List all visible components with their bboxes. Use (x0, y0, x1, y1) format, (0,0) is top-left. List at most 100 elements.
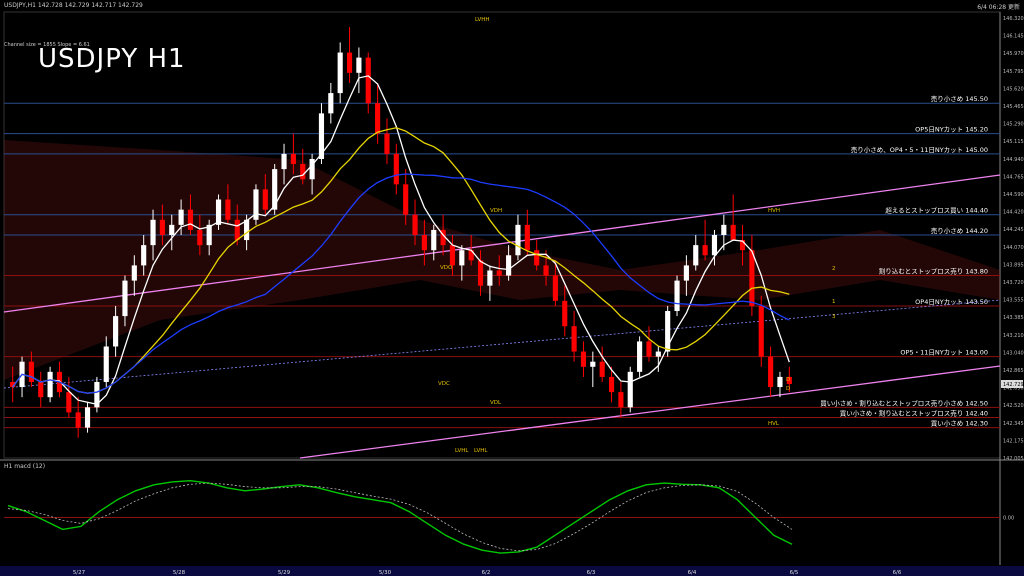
candle-body (187, 209, 194, 230)
y-tick-label: 144.940 (1003, 157, 1024, 163)
candle-body (365, 57, 371, 104)
x-tick-label: 6/5 (790, 570, 799, 576)
signal-line (7, 482, 793, 552)
candle-body (646, 341, 652, 357)
candle-body (571, 326, 577, 352)
candle-body (66, 392, 72, 413)
price-chart-svg[interactable]: 売り小さめ 145.50 OP5日NYカット 145.20 売り小さめ、OP4・5・… (0, 0, 1024, 576)
x-tick-label: 6/3 (587, 570, 596, 576)
y-tick-label: 145.795 (1003, 69, 1024, 75)
chart-marker: D (786, 386, 790, 392)
candle-body (590, 361, 596, 367)
x-tick-label: 6/6 (893, 570, 902, 576)
candle-body (627, 371, 633, 408)
candle-body (28, 361, 34, 382)
candle-body (506, 255, 512, 276)
candle-body (749, 250, 755, 306)
candle-body (103, 346, 109, 382)
candle-body (683, 265, 689, 281)
candle-body (290, 153, 296, 165)
candle-body (599, 361, 605, 377)
chart-marker: 2 (832, 266, 836, 272)
candle-body (281, 153, 287, 170)
candle-body (47, 371, 53, 398)
candle-body (515, 224, 521, 256)
candle-body (178, 209, 184, 225)
candle-body (534, 250, 540, 266)
candle-body (328, 93, 334, 114)
candle-body (113, 316, 119, 347)
chart-marker: LVHH (475, 17, 490, 23)
y-tick-label: 145.465 (1003, 104, 1024, 110)
candle-body (711, 235, 718, 256)
candle-body (524, 224, 530, 251)
y-tick-label: 142.520 (1003, 403, 1024, 409)
level-label: 売り小さめ、OP4・5・11日NYカット 145.00 (851, 145, 988, 154)
candle-body (412, 214, 418, 235)
candle-body (234, 219, 240, 241)
candle-body (244, 219, 250, 241)
level-label: 割り込むとストップロス売り 143.80 (879, 267, 988, 276)
y-tick-label: 144.765 (1003, 174, 1024, 180)
y-tick-label: 144.070 (1003, 245, 1024, 251)
level-label: 買い小さめ・割り込むとストップロス売り 142.40 (840, 408, 988, 417)
candle-body (487, 270, 493, 286)
chart-marker: D (786, 377, 790, 383)
chart-marker: LVHL (474, 448, 488, 454)
chart-marker: VDO (440, 265, 453, 271)
candle-body (159, 219, 165, 235)
candle-body (38, 381, 44, 398)
candle-body (421, 235, 427, 251)
y-tick-label: 143.895 (1003, 262, 1024, 268)
candle-body (768, 356, 774, 388)
chart-marker: VDH (490, 208, 502, 214)
y-tick-label: 143.040 (1003, 350, 1024, 356)
candle-body (580, 351, 587, 367)
candle-body (215, 199, 222, 225)
candle-body (496, 270, 502, 276)
candle-body (477, 260, 484, 286)
candle-body (169, 224, 175, 235)
candle-body (150, 219, 156, 246)
y-tick-label: 144.420 (1003, 210, 1024, 216)
y-tick-label: 142.005 (1003, 456, 1024, 462)
x-tick-label: 5/30 (379, 570, 392, 576)
level-label: OP5・11日NYカット 143.00 (900, 349, 988, 357)
y-tick-label: 144.590 (1003, 192, 1024, 198)
y-tick-label: 145.115 (1003, 139, 1024, 145)
candle-body (618, 392, 624, 408)
candle-body (403, 184, 409, 215)
level-label: 売り小さめ 145.50 (931, 94, 988, 103)
level-label: 売り小さめ 144.20 (931, 226, 988, 235)
candle-body (693, 245, 699, 266)
y-tick-label: 142.865 (1003, 368, 1024, 374)
chart-marker: HVL (768, 421, 780, 427)
y-tick-label: 143.210 (1003, 333, 1024, 339)
chart-marker: HVH (768, 208, 780, 214)
candle-body (131, 265, 137, 281)
candle-body (225, 199, 231, 220)
candle-body (459, 250, 465, 266)
candle-body (730, 224, 736, 241)
chart-marker: LVHL (455, 448, 469, 454)
x-tick-label: 5/28 (173, 570, 186, 576)
candle-body (702, 245, 708, 256)
y-tick-label: 144.245 (1003, 227, 1024, 233)
candle-body (562, 300, 568, 327)
x-tick-label: 6/4 (688, 570, 697, 576)
candle-body (356, 57, 362, 73)
candle-body (637, 341, 643, 372)
x-tick-label: 5/27 (73, 570, 86, 576)
level-label: OP5日NYカット 145.20 (915, 126, 988, 134)
chart-marker: 1 (832, 299, 836, 305)
y-tick-label: 143.720 (1003, 280, 1024, 286)
candle-body (262, 189, 268, 210)
candle-body (337, 52, 343, 94)
candle-body (346, 52, 353, 73)
y-tick-label: 145.620 (1003, 86, 1024, 92)
chart-marker: VDL (490, 400, 502, 406)
macd-zero-label: 0.00 (1003, 516, 1014, 522)
y-tick-label: 146.145 (1003, 34, 1024, 40)
candle-body (758, 305, 764, 357)
x-tick-label: 5/29 (278, 570, 291, 576)
